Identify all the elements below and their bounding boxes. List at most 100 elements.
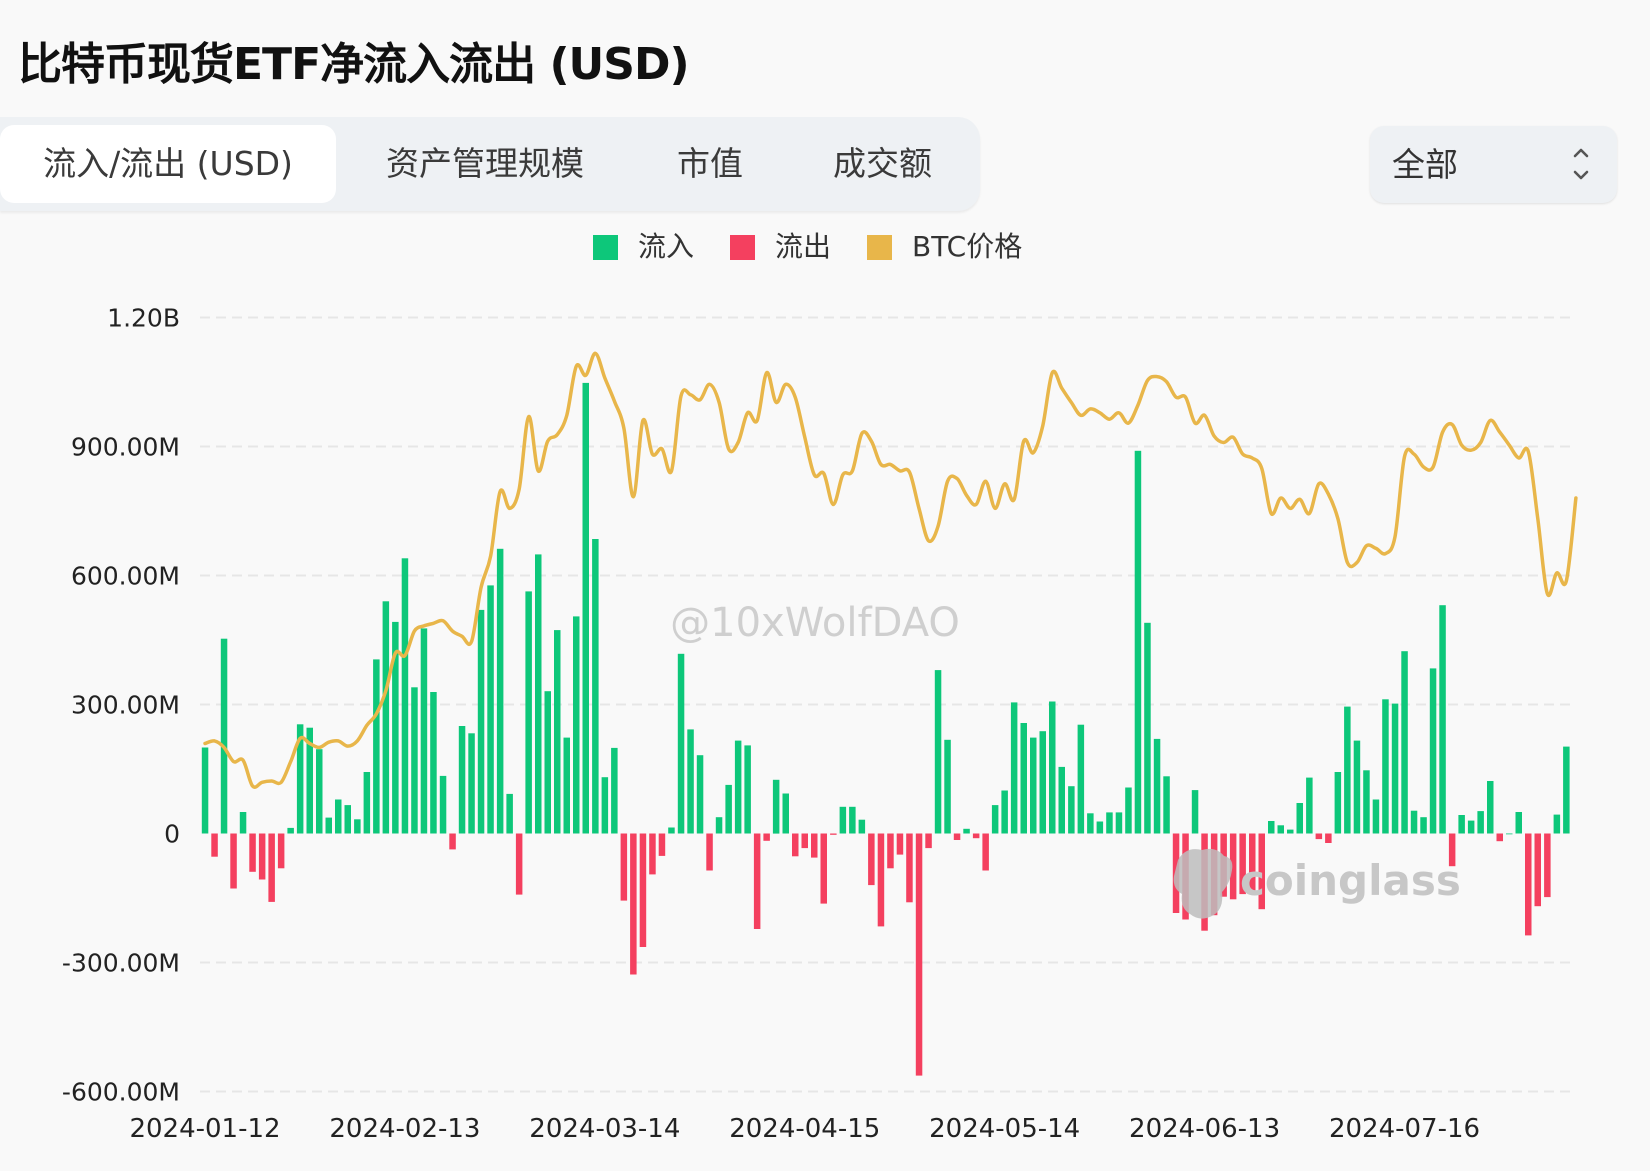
inflow-bar[interactable] bbox=[1077, 724, 1085, 834]
inflow-bar[interactable] bbox=[525, 591, 532, 834]
inflow-bar[interactable] bbox=[316, 749, 323, 834]
inflow-bar[interactable] bbox=[535, 554, 542, 834]
outflow-bar[interactable] bbox=[1534, 833, 1542, 907]
inflow-bar[interactable] bbox=[1068, 786, 1075, 834]
inflow-bar[interactable] bbox=[1382, 699, 1389, 834]
outflow-bar[interactable] bbox=[953, 833, 961, 841]
inflow-bar[interactable] bbox=[1553, 814, 1561, 834]
inflow-bar[interactable] bbox=[1134, 450, 1142, 834]
inflow-bar[interactable] bbox=[1039, 731, 1047, 834]
inflow-bar[interactable] bbox=[1391, 703, 1399, 834]
inflow-bar[interactable] bbox=[991, 805, 999, 834]
outflow-bar[interactable] bbox=[792, 833, 799, 857]
inflow-bar[interactable] bbox=[677, 653, 685, 834]
inflow-bar[interactable] bbox=[849, 806, 856, 834]
outflow-bar[interactable] bbox=[277, 833, 285, 869]
inflow-bar[interactable] bbox=[1096, 821, 1104, 834]
inflow-bar[interactable] bbox=[1153, 738, 1161, 834]
inflow-bar[interactable] bbox=[201, 747, 209, 834]
inflow-bar[interactable] bbox=[420, 628, 428, 834]
inflow-bar[interactable] bbox=[477, 609, 485, 834]
inflow-bar[interactable] bbox=[1296, 803, 1304, 834]
outflow-bar[interactable] bbox=[925, 833, 932, 849]
inflow-bar[interactable] bbox=[687, 729, 694, 834]
outflow-bar[interactable] bbox=[515, 833, 523, 895]
inflow-bar[interactable] bbox=[601, 777, 609, 834]
inflow-bar[interactable] bbox=[963, 828, 970, 834]
inflow-bar[interactable] bbox=[1163, 776, 1170, 834]
outflow-bar[interactable] bbox=[896, 833, 904, 855]
outflow-bar[interactable] bbox=[753, 833, 761, 930]
inflow-bar[interactable] bbox=[1429, 668, 1437, 834]
inflow-bar[interactable] bbox=[382, 601, 390, 834]
outflow-bar[interactable] bbox=[258, 833, 266, 880]
inflow-bar[interactable] bbox=[696, 755, 704, 834]
inflow-bar[interactable] bbox=[1115, 812, 1123, 834]
outflow-bar[interactable] bbox=[1496, 833, 1504, 842]
outflow-bar[interactable] bbox=[658, 833, 666, 856]
inflow-bar[interactable] bbox=[1049, 701, 1056, 834]
outflow-bar[interactable] bbox=[801, 833, 809, 849]
outflow-bar[interactable] bbox=[620, 833, 628, 901]
outflow-bar[interactable] bbox=[630, 833, 637, 975]
inflow-bar[interactable] bbox=[344, 805, 352, 834]
inflow-bar[interactable] bbox=[544, 691, 552, 834]
inflow-bar[interactable] bbox=[1439, 605, 1446, 834]
inflow-bar[interactable] bbox=[325, 817, 333, 834]
inflow-bar[interactable] bbox=[363, 772, 371, 834]
inflow-bar[interactable] bbox=[772, 779, 780, 834]
inflow-bar[interactable] bbox=[1506, 833, 1513, 835]
inflow-bar[interactable] bbox=[1191, 790, 1199, 834]
outflow-bar[interactable] bbox=[830, 833, 837, 835]
inflow-bar[interactable] bbox=[839, 806, 847, 834]
inflow-bar[interactable] bbox=[734, 740, 742, 834]
inflow-bar[interactable] bbox=[373, 659, 380, 834]
inflow-bar[interactable] bbox=[668, 827, 675, 834]
outflow-bar[interactable] bbox=[906, 833, 913, 903]
outflow-bar[interactable] bbox=[1315, 833, 1323, 840]
inflow-bar[interactable] bbox=[1058, 766, 1066, 834]
inflow-bar[interactable] bbox=[1344, 706, 1351, 834]
outflow-bar[interactable] bbox=[972, 833, 980, 839]
inflow-bar[interactable] bbox=[1410, 810, 1418, 834]
outflow-bar[interactable] bbox=[763, 833, 770, 841]
inflow-bar[interactable] bbox=[458, 726, 466, 834]
inflow-bar[interactable] bbox=[468, 733, 475, 834]
outflow-bar[interactable] bbox=[887, 833, 894, 869]
outflow-bar[interactable] bbox=[268, 833, 275, 902]
inflow-bar[interactable] bbox=[744, 745, 751, 834]
inflow-bar[interactable] bbox=[354, 819, 361, 834]
inflow-bar[interactable] bbox=[1144, 622, 1151, 834]
outflow-bar[interactable] bbox=[982, 833, 989, 871]
outflow-bar[interactable] bbox=[1325, 833, 1332, 844]
outflow-bar[interactable] bbox=[639, 833, 647, 948]
inflow-bar[interactable] bbox=[1363, 770, 1370, 834]
inflow-bar[interactable] bbox=[496, 548, 504, 834]
inflow-bar[interactable] bbox=[220, 638, 228, 834]
inflow-bar[interactable] bbox=[1020, 723, 1028, 834]
outflow-bar[interactable] bbox=[449, 833, 456, 850]
outflow-bar[interactable] bbox=[915, 833, 923, 1076]
inflow-bar[interactable] bbox=[611, 747, 618, 834]
inflow-bar[interactable] bbox=[554, 630, 561, 834]
outflow-bar[interactable] bbox=[877, 833, 885, 927]
inflow-bar[interactable] bbox=[573, 616, 580, 834]
inflow-bar[interactable] bbox=[782, 793, 790, 834]
inflow-bar[interactable] bbox=[582, 382, 590, 834]
inflow-bar[interactable] bbox=[563, 737, 571, 834]
inflow-bar[interactable] bbox=[287, 827, 294, 834]
inflow-bar[interactable] bbox=[1306, 777, 1313, 834]
outflow-bar[interactable] bbox=[820, 833, 828, 904]
inflow-bar[interactable] bbox=[1125, 787, 1132, 834]
outflow-bar[interactable] bbox=[868, 833, 875, 886]
inflow-bar[interactable] bbox=[725, 784, 732, 834]
inflow-bar[interactable] bbox=[1353, 740, 1361, 834]
inflow-bar[interactable] bbox=[1477, 811, 1484, 834]
inflow-bar[interactable] bbox=[506, 793, 513, 834]
inflow-bar[interactable] bbox=[1287, 829, 1294, 834]
inflow-bar[interactable] bbox=[430, 692, 437, 834]
inflow-bar[interactable] bbox=[335, 799, 342, 834]
outflow-bar[interactable] bbox=[211, 833, 218, 857]
inflow-bar[interactable] bbox=[1268, 821, 1275, 834]
outflow-bar[interactable] bbox=[1525, 833, 1532, 936]
